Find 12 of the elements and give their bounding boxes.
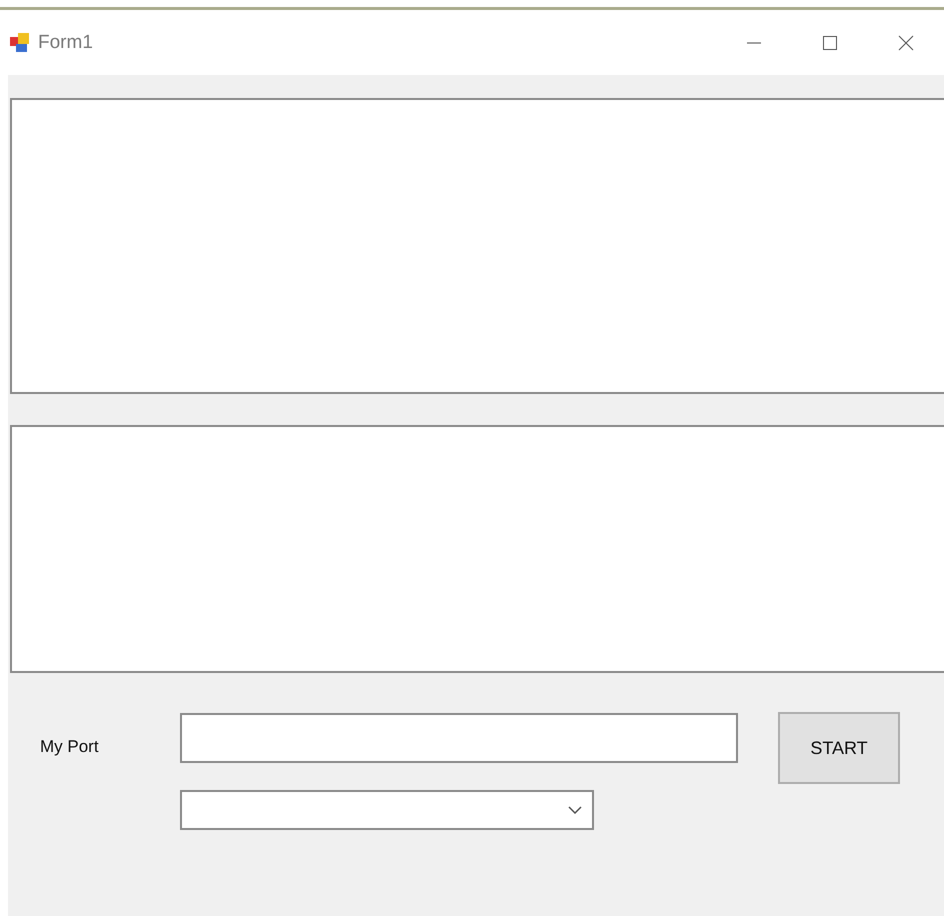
minimize-icon	[745, 42, 763, 44]
window-title: Form1	[38, 32, 94, 54]
maximize-icon	[821, 34, 839, 52]
close-icon	[897, 34, 915, 52]
app-icon	[10, 32, 30, 52]
chevron-down-icon	[568, 806, 582, 814]
start-button[interactable]: START	[778, 712, 900, 784]
port-label: My Port	[39, 736, 100, 757]
text-area[interactable]	[10, 425, 944, 673]
dropdown[interactable]	[180, 790, 594, 830]
text-area[interactable]	[10, 98, 944, 394]
port-field[interactable]	[180, 713, 738, 763]
